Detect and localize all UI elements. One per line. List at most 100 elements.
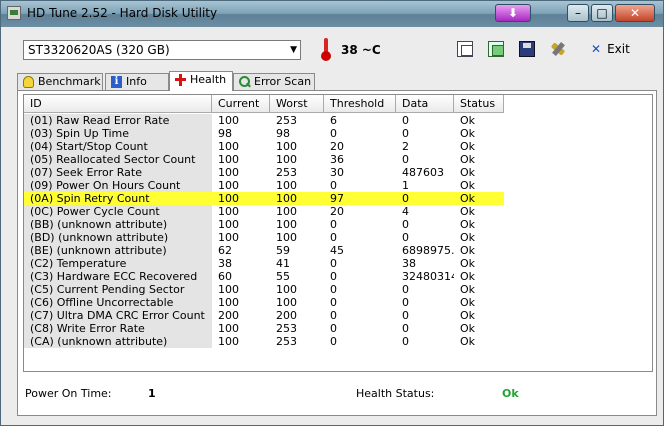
table-cell-status: Ok [460,231,476,244]
table-row[interactable]: (BD) (unknown attribute) 100 100 0 0 Ok [24,231,504,244]
table-cell-worst: 253 [276,114,297,127]
column-header[interactable]: Worst [270,95,324,113]
drive-select-value: ST3320620AS (320 GB) [28,43,170,57]
tab-info[interactable]: i Info [105,73,169,91]
table-cell-current: 100 [218,140,239,153]
table-cell-current: 100 [218,322,239,335]
table-row[interactable]: (BE) (unknown attribute) 62 59 45 6898975...… [24,244,504,257]
table-cell-status: Ok [460,283,476,296]
table-cell-worst: 100 [276,140,297,153]
app-icon [7,6,21,20]
table-cell-status: Ok [460,114,476,127]
tab-label: Error Scan [254,75,312,88]
minimize-button[interactable]: – [567,4,589,22]
table-row[interactable]: (C6) Offline Uncorrectable 100 100 0 0 Ok [24,296,504,309]
options-icon[interactable] [550,41,566,57]
table-row[interactable]: (C3) Hardware ECC Recovered 60 55 0 32480314… [24,270,504,283]
table-cell-id: (C3) Hardware ECC Recovered [24,270,212,283]
table-cell-status: Ok [460,257,476,270]
smart-table[interactable]: ID Current Worst Threshold Data Status (01) R… [23,94,653,372]
exit-button[interactable]: ✕ Exit [591,41,630,57]
table-cell-data: 0 [402,218,409,231]
table-cell-data: 4 [402,205,409,218]
table-row[interactable]: (C2) Temperature 38 41 0 38 Ok [24,257,504,270]
table-cell-status: Ok [460,153,476,166]
maximize-button[interactable]: □ [591,4,613,22]
save-icon[interactable] [519,41,535,57]
table-row[interactable]: (03) Spin Up Time 98 98 0 0 Ok [24,127,504,140]
tab-label: Benchmark [38,75,101,88]
table-cell-id: (0C) Power Cycle Count [24,205,212,218]
table-cell-threshold: 0 [330,127,337,140]
table-row[interactable]: (CA) (unknown attribute) 100 253 0 0 Ok [24,335,504,348]
table-row[interactable]: (01) Raw Read Error Rate 100 253 6 0 Ok [24,114,504,127]
tab-bar: Benchmark i Info Health Error Scan [17,71,657,91]
table-cell-status: Ok [460,309,476,322]
table-cell-status: Ok [460,296,476,309]
tab-health[interactable]: Health [169,71,233,91]
table-row[interactable]: (04) Start/Stop Count 100 100 20 2 Ok [24,140,504,153]
column-header[interactable]: Current [212,95,270,113]
table-row[interactable]: (C5) Current Pending Sector 100 100 0 0 Ok [24,283,504,296]
table-row[interactable]: (BB) (unknown attribute) 100 100 0 0 Ok [24,218,504,231]
table-cell-threshold: 0 [330,218,337,231]
table-row[interactable]: (0C) Power Cycle Count 100 100 20 4 Ok [24,205,504,218]
table-cell-id: (C5) Current Pending Sector [24,283,212,296]
health-plus-icon [175,74,186,86]
power-on-time-label: Power On Time: [25,387,112,400]
table-cell-status: Ok [460,179,476,192]
copy-to-clipboard-icon[interactable] [488,41,504,57]
table-cell-data: 0 [402,296,409,309]
table-cell-current: 100 [218,153,239,166]
table-cell-data: 38 [402,257,416,270]
table-cell-threshold: 0 [330,257,337,270]
window-title: HD Tune 2.52 - Hard Disk Utility [27,6,218,20]
column-header[interactable]: Threshold [324,95,396,113]
column-header[interactable]: Status [454,95,504,113]
table-cell-worst: 100 [276,192,297,205]
table-cell-data: 6898975... [402,244,454,257]
health-status-label: Health Status: [356,387,435,400]
table-row[interactable]: (C7) Ultra DMA CRC Error Count 200 200 0 0 Ok [24,309,504,322]
table-row[interactable]: (0A) Spin Retry Count 100 100 97 0 Ok [24,192,504,205]
close-button[interactable]: ✕ [615,4,655,22]
info-icon: i [111,76,122,88]
tab-benchmark[interactable]: Benchmark [17,73,103,91]
tab-error-scan[interactable]: Error Scan [233,73,315,91]
drive-select[interactable]: ST3320620AS (320 GB) ▼ [23,40,301,60]
table-cell-current: 100 [218,114,239,127]
table-row[interactable]: (07) Seek Error Rate 100 253 30 487603 Ok [24,166,504,179]
table-cell-id: (BB) (unknown attribute) [24,218,212,231]
table-cell-threshold: 0 [330,335,337,348]
status-footer: Power On Time: 1 Health Status: Ok [18,387,658,407]
table-cell-id: (C7) Ultra DMA CRC Error Count [24,309,212,322]
column-header[interactable]: ID [24,95,212,113]
download-icon-button[interactable]: ⬇ [495,4,531,22]
table-cell-current: 100 [218,166,239,179]
table-cell-id: (07) Seek Error Rate [24,166,212,179]
column-header[interactable]: Data [396,95,454,113]
table-cell-threshold: 0 [330,179,337,192]
copy-icon[interactable] [457,41,473,57]
table-cell-status: Ok [460,335,476,348]
table-cell-data: 0 [402,322,409,335]
table-cell-worst: 98 [276,127,290,140]
table-cell-threshold: 6 [330,114,337,127]
table-cell-worst: 100 [276,179,297,192]
table-row[interactable]: (C8) Write Error Rate 100 253 0 0 Ok [24,322,504,335]
health-status-value: Ok [502,387,519,400]
table-row[interactable]: (05) Reallocated Sector Count 100 100 36 0 Ok [24,153,504,166]
table-cell-status: Ok [460,244,476,257]
table-cell-threshold: 0 [330,309,337,322]
table-cell-status: Ok [460,270,476,283]
table-cell-worst: 100 [276,205,297,218]
tab-label: Health [190,73,227,86]
table-cell-threshold: 0 [330,283,337,296]
table-cell-threshold: 30 [330,166,344,179]
table-cell-worst: 100 [276,218,297,231]
table-cell-current: 100 [218,192,239,205]
table-cell-threshold: 20 [330,205,344,218]
table-row[interactable]: (09) Power On Hours Count 100 100 0 1 Ok [24,179,504,192]
title-bar[interactable]: HD Tune 2.52 - Hard Disk Utility ⬇ – □ ✕ [1,1,663,27]
table-cell-current: 100 [218,205,239,218]
